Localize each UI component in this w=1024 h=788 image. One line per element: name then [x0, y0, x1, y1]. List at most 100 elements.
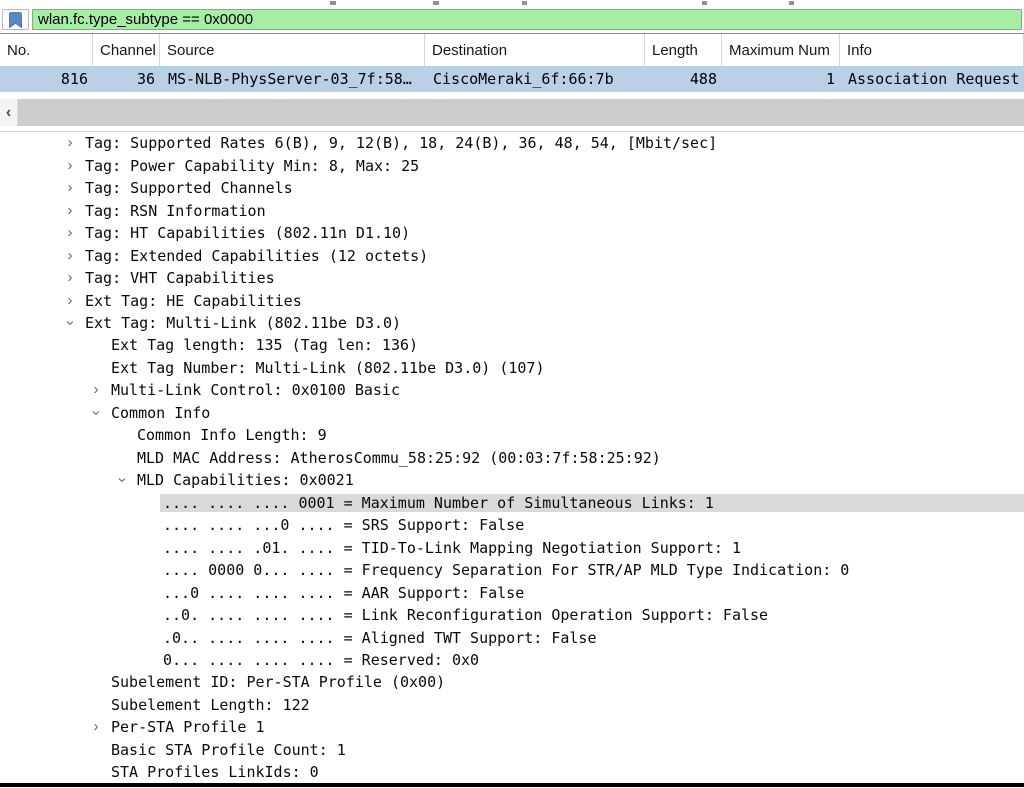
packet-cell-channel: 36 — [93, 66, 160, 92]
column-header-source[interactable]: Source — [160, 34, 425, 66]
chevron-right-icon[interactable]: › — [84, 379, 108, 401]
scroll-left-arrow-icon: ‹ — [6, 104, 11, 122]
tree-row-label: Ext Tag length: 135 (Tag len: 136) — [108, 336, 1024, 354]
tree-row[interactable]: Subelement ID: Per-STA Profile (0x00) — [0, 671, 1024, 693]
tree-row[interactable]: .0.. .... .... .... = Aligned TWT Suppor… — [0, 626, 1024, 648]
tree-row[interactable]: .... .... ...0 .... = SRS Support: False — [0, 514, 1024, 536]
packet-cell-maximum-num: 1 — [722, 66, 840, 92]
window-bottom-border — [0, 783, 1024, 787]
tree-row-label: Tag: Supported Channels — [82, 179, 1024, 197]
tree-row[interactable]: Subelement Length: 122 — [0, 694, 1024, 716]
packet-cell-no: 816 — [0, 66, 93, 92]
tree-row[interactable]: ›Tag: RSN Information — [0, 199, 1024, 221]
column-header-info[interactable]: Info — [840, 34, 1024, 66]
tree-row[interactable]: .... .... .... 0001 = Maximum Number of … — [0, 492, 1024, 514]
tree-row[interactable]: ›Tag: Extended Capabilities (12 octets) — [0, 244, 1024, 266]
tree-row[interactable]: Ext Tag length: 135 (Tag len: 136) — [0, 334, 1024, 356]
display-filter-input[interactable] — [38, 11, 1016, 28]
tree-row-label: Basic STA Profile Count: 1 — [108, 741, 1024, 759]
chevron-right-icon[interactable]: › — [58, 177, 82, 199]
tree-row-label: 0... .... .... .... = Reserved: 0x0 — [160, 651, 1024, 669]
packet-list-header: No.ChannelSourceDestinationLengthMaximum… — [0, 34, 1024, 66]
bookmark-icon — [9, 12, 22, 28]
tree-row[interactable]: Common Info Length: 9 — [0, 424, 1024, 446]
packet-cell-source: MS-NLB-PhysServer-03_7f:58… — [160, 66, 425, 92]
tree-row-label: Tag: HT Capabilities (802.11n D1.10) — [82, 224, 1024, 242]
chevron-right-icon[interactable]: › — [84, 716, 108, 738]
tree-row[interactable]: ›Tag: VHT Capabilities — [0, 267, 1024, 289]
tree-row[interactable]: ›Per-STA Profile 1 — [0, 716, 1024, 738]
tree-row-label: Ext Tag Number: Multi-Link (802.11be D3.… — [108, 359, 1024, 377]
chevron-right-icon[interactable]: › — [58, 290, 82, 312]
tree-row[interactable]: ..0. .... .... .... = Link Reconfigurati… — [0, 604, 1024, 626]
tree-row[interactable]: ...0 .... .... .... = AAR Support: False — [0, 581, 1024, 603]
packet-cell-info: Association Request — [840, 66, 1024, 92]
tree-row[interactable]: ›Tag: Supported Rates 6(B), 9, 12(B), 18… — [0, 132, 1024, 154]
horizontal-scrollbar[interactable]: ‹ — [0, 99, 1024, 126]
tree-row-label: Common Info — [108, 404, 1024, 422]
tree-row[interactable]: STA Profiles LinkIds: 0 — [0, 761, 1024, 783]
scrollbar-track[interactable] — [18, 99, 1024, 126]
packet-details-tree: ›Tag: Supported Rates 6(B), 9, 12(B), 18… — [0, 131, 1024, 784]
chevron-right-icon[interactable]: › — [58, 132, 82, 154]
chevron-right-icon[interactable]: › — [58, 267, 82, 289]
column-header-maximum-num[interactable]: Maximum Num — [722, 34, 840, 66]
tree-row[interactable]: ›Common Info — [0, 402, 1024, 424]
clipped-toolbar-text — [702, 1, 707, 5]
clipped-toolbar-strip — [0, 0, 1024, 7]
tree-row[interactable]: ›Tag: Power Capability Min: 8, Max: 25 — [0, 154, 1024, 176]
clipped-toolbar-text — [433, 1, 439, 5]
tree-row-label: Subelement ID: Per-STA Profile (0x00) — [108, 673, 1024, 691]
packet-list-filler — [0, 92, 1024, 99]
tree-row[interactable]: ›Ext Tag: HE Capabilities — [0, 289, 1024, 311]
chevron-right-icon[interactable]: › — [58, 200, 82, 222]
packet-cell-destination: CiscoMeraki_6f:66:7b — [425, 66, 645, 92]
clipped-toolbar-text — [789, 1, 794, 5]
clipped-toolbar-text — [330, 1, 336, 5]
tree-row-label: .0.. .... .... .... = Aligned TWT Suppor… — [160, 629, 1024, 647]
tree-row[interactable]: MLD MAC Address: AtherosCommu_58:25:92 (… — [0, 447, 1024, 469]
tree-row-label: Subelement Length: 122 — [108, 696, 1024, 714]
column-header-no[interactable]: No. — [0, 34, 93, 66]
tree-row-label: STA Profiles LinkIds: 0 — [108, 763, 1024, 781]
column-header-length[interactable]: Length — [645, 34, 722, 66]
tree-row[interactable]: .... .... .01. .... = TID-To-Link Mappin… — [0, 536, 1024, 558]
tree-row-label: .... .... .01. .... = TID-To-Link Mappin… — [160, 539, 1024, 557]
tree-row-label: Tag: VHT Capabilities — [82, 269, 1024, 287]
packet-list-body: 81636MS-NLB-PhysServer-03_7f:58…CiscoMer… — [0, 66, 1024, 92]
tree-row-label: Tag: Extended Capabilities (12 octets) — [82, 247, 1024, 265]
tree-row-label: Tag: Supported Rates 6(B), 9, 12(B), 18,… — [82, 134, 1024, 152]
chevron-right-icon[interactable]: › — [58, 245, 82, 267]
tree-row[interactable]: ›Tag: HT Capabilities (802.11n D1.10) — [0, 222, 1024, 244]
tree-row-label: Ext Tag: Multi-Link (802.11be D3.0) — [82, 314, 1024, 332]
chevron-right-icon[interactable]: › — [58, 155, 82, 177]
column-header-destination[interactable]: Destination — [425, 34, 645, 66]
tree-row[interactable]: 0... .... .... .... = Reserved: 0x0 — [0, 649, 1024, 671]
tree-row-label: Common Info Length: 9 — [134, 426, 1024, 444]
clipped-toolbar-text — [522, 1, 527, 5]
tree-row[interactable]: .... 0000 0... .... = Frequency Separati… — [0, 559, 1024, 581]
tree-row-label: .... 0000 0... .... = Frequency Separati… — [160, 561, 1024, 579]
tree-row-label: ..0. .... .... .... = Link Reconfigurati… — [160, 606, 1024, 624]
column-header-channel[interactable]: Channel — [93, 34, 160, 66]
tree-row-label: MLD MAC Address: AtherosCommu_58:25:92 (… — [134, 449, 1024, 467]
chevron-down-icon[interactable]: › — [111, 468, 133, 492]
packet-cell-length: 488 — [645, 66, 722, 92]
tree-row-label: Multi-Link Control: 0x0100 Basic — [108, 381, 1024, 399]
scroll-left-button[interactable]: ‹ — [0, 99, 18, 126]
tree-row-label: MLD Capabilities: 0x0021 — [134, 471, 1024, 489]
tree-row[interactable]: ›Ext Tag: Multi-Link (802.11be D3.0) — [0, 312, 1024, 334]
chevron-down-icon[interactable]: › — [85, 401, 107, 425]
packet-row[interactable]: 81636MS-NLB-PhysServer-03_7f:58…CiscoMer… — [0, 66, 1024, 92]
tree-row-label: .... .... ...0 .... = SRS Support: False — [160, 516, 1024, 534]
tree-row[interactable]: ›MLD Capabilities: 0x0021 — [0, 469, 1024, 491]
display-filter-field — [32, 9, 1022, 30]
tree-row-label: .... .... .... 0001 = Maximum Number of … — [160, 494, 1024, 512]
filter-bookmark-button[interactable] — [2, 9, 29, 30]
chevron-down-icon[interactable]: › — [59, 311, 81, 335]
tree-row[interactable]: ›Multi-Link Control: 0x0100 Basic — [0, 379, 1024, 401]
tree-row[interactable]: ›Tag: Supported Channels — [0, 177, 1024, 199]
tree-row[interactable]: Ext Tag Number: Multi-Link (802.11be D3.… — [0, 357, 1024, 379]
chevron-right-icon[interactable]: › — [58, 222, 82, 244]
tree-row[interactable]: Basic STA Profile Count: 1 — [0, 739, 1024, 761]
